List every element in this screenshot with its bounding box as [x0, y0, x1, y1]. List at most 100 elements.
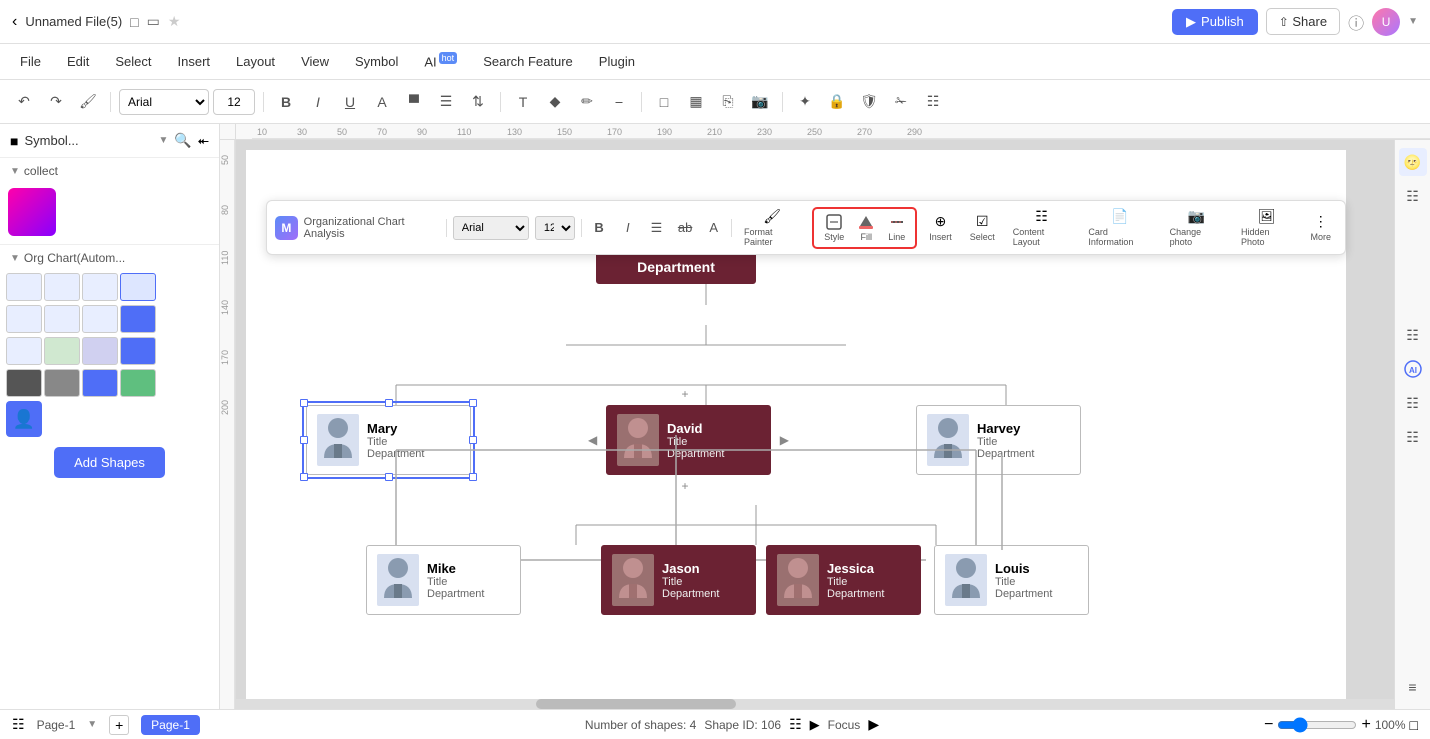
save-icon[interactable]: □ — [130, 14, 138, 30]
ft-font-select[interactable]: Arial — [453, 216, 529, 240]
thumb-avatar[interactable]: 👤 — [6, 401, 42, 437]
menu-ai[interactable]: AIhot — [420, 51, 461, 71]
ft-style-btn[interactable]: Style — [818, 211, 850, 245]
thumb-13[interactable] — [6, 369, 42, 397]
thumb-10[interactable] — [44, 337, 80, 365]
ft-fill-btn[interactable]: Fill — [852, 211, 880, 245]
back-icon[interactable]: ‹ — [12, 13, 17, 31]
thumb-6[interactable] — [44, 305, 80, 333]
rp-paint-button[interactable]: 🌝 — [1399, 148, 1427, 176]
handle-ml[interactable] — [300, 436, 308, 444]
ft-italic-btn[interactable]: I — [616, 216, 639, 240]
mike-node[interactable]: Mike Title Department — [366, 545, 521, 615]
font-size-input[interactable] — [213, 89, 255, 115]
ft-strikethrough-btn[interactable]: ab — [674, 216, 697, 240]
share-button[interactable]: ⇧ Share — [1266, 8, 1340, 35]
rp-pages-button[interactable]: ☷ — [1399, 423, 1427, 451]
align-vert-button[interactable]: ⇅ — [464, 88, 492, 116]
sidebar-chevron[interactable]: ▼ — [158, 135, 168, 146]
zoom-slider[interactable] — [1277, 717, 1357, 733]
pen-button[interactable]: ✏ — [573, 88, 601, 116]
sparkle-button[interactable]: ✦ — [791, 88, 819, 116]
ft-more-btn[interactable]: ⋮ More — [1305, 210, 1338, 245]
jason-node[interactable]: Jason Title Department — [601, 545, 756, 615]
rp-grid-button[interactable]: ☷ — [1399, 321, 1427, 349]
protect-button[interactable]: 🛡 — [855, 88, 883, 116]
italic-button[interactable]: I — [304, 88, 332, 116]
table-button[interactable]: ☷ — [919, 88, 947, 116]
rp-settings-button[interactable]: ≡ — [1399, 673, 1427, 701]
david-arrow-left[interactable]: ◀ — [588, 433, 597, 447]
font-family-select[interactable]: Arial — [119, 89, 209, 115]
cut-button[interactable]: ✁ — [887, 88, 915, 116]
menu-select[interactable]: Select — [111, 52, 155, 71]
thumb-1[interactable] — [6, 273, 42, 301]
add-shapes-button[interactable]: Add Shapes — [54, 447, 165, 478]
canvas-scroll[interactable]: M Organizational Chart Analysis Arial 12… — [236, 140, 1394, 709]
rp-layers-button[interactable]: ☷ — [1399, 182, 1427, 210]
ft-text-color-btn[interactable]: A — [702, 216, 725, 240]
org-section[interactable]: ▼ Org Chart(Autom... — [0, 245, 219, 271]
root-node[interactable]: Department — [596, 250, 756, 284]
page-dropdown[interactable]: ▼ — [87, 719, 97, 730]
undo-button[interactable]: ↶ — [10, 88, 38, 116]
layers-button[interactable]: ☷ — [789, 716, 802, 733]
border-button[interactable]: □ — [650, 88, 678, 116]
align-center-button[interactable]: ☰ — [432, 88, 460, 116]
ft-change-photo-btn[interactable]: 📷 Change photo — [1164, 205, 1229, 250]
jessica-node[interactable]: Jessica Title Department — [766, 545, 921, 615]
star-icon[interactable]: ★ — [168, 13, 181, 30]
david-arrow-bottom[interactable]: + — [682, 479, 689, 493]
david-arrow-top[interactable]: + — [682, 387, 689, 401]
handle-tl[interactable] — [300, 399, 308, 407]
scrollbar-horizontal[interactable] — [236, 699, 1394, 709]
publish-button[interactable]: ▶ Publish — [1172, 9, 1258, 35]
text-button[interactable]: T — [509, 88, 537, 116]
menu-view[interactable]: View — [297, 52, 333, 71]
thumb-7[interactable] — [82, 305, 118, 333]
handle-tr[interactable] — [469, 399, 477, 407]
menu-edit[interactable]: Edit — [63, 52, 93, 71]
collect-section[interactable]: ▼ collect — [0, 158, 219, 184]
ft-size-select[interactable]: 12 — [535, 216, 575, 240]
ft-card-info-btn[interactable]: 📄 Card Information — [1082, 205, 1157, 250]
thumb-14[interactable] — [44, 369, 80, 397]
menu-insert[interactable]: Insert — [174, 52, 215, 71]
thumb-12[interactable] — [120, 337, 156, 365]
shadow-button[interactable]: ▦ — [682, 88, 710, 116]
sidebar-collapse-button[interactable]: ⯬ — [198, 132, 209, 149]
image-button[interactable]: 📷 — [746, 88, 774, 116]
thumb-4[interactable] — [120, 273, 156, 301]
play-button[interactable]: ▶ — [868, 716, 879, 733]
focus-button[interactable]: ▶ — [810, 717, 820, 733]
page-tab-1[interactable]: Page-1 — [141, 715, 200, 735]
thumb-15[interactable] — [82, 369, 118, 397]
underline-button[interactable]: U — [336, 88, 364, 116]
style-fill-button[interactable]: ◆ — [541, 88, 569, 116]
bold-button[interactable]: B — [272, 88, 300, 116]
menu-file[interactable]: File — [16, 52, 45, 71]
handle-tc[interactable] — [385, 399, 393, 407]
handle-mr[interactable] — [469, 436, 477, 444]
rp-ai-button[interactable]: AI — [1399, 355, 1427, 383]
pages-icon-button[interactable]: ☷ — [12, 716, 25, 733]
lock-button[interactable]: 🔒 — [823, 88, 851, 116]
line-color-button[interactable]: ⎯ — [605, 88, 633, 116]
collect-image[interactable] — [8, 188, 56, 236]
avatar-chevron[interactable]: ▼ — [1408, 16, 1418, 27]
scrollbar-thumb[interactable] — [536, 699, 736, 709]
ft-line-btn[interactable]: Line — [882, 211, 911, 245]
louis-node[interactable]: Louis Title Department — [934, 545, 1089, 615]
thumb-11[interactable] — [82, 337, 118, 365]
thumb-2[interactable] — [44, 273, 80, 301]
zoom-out-button[interactable]: − — [1264, 716, 1273, 734]
sidebar-search-button[interactable]: 🔍 — [174, 132, 191, 149]
thumb-5[interactable] — [6, 305, 42, 333]
thumb-9[interactable] — [6, 337, 42, 365]
crop-button[interactable]: ⎘ — [714, 88, 742, 116]
rp-layout-button[interactable]: ☷ — [1399, 389, 1427, 417]
redo-button[interactable]: ↷ — [42, 88, 70, 116]
menu-layout[interactable]: Layout — [232, 52, 279, 71]
ft-select-btn[interactable]: ☑ Select — [964, 210, 1001, 245]
thumb-8[interactable] — [120, 305, 156, 333]
